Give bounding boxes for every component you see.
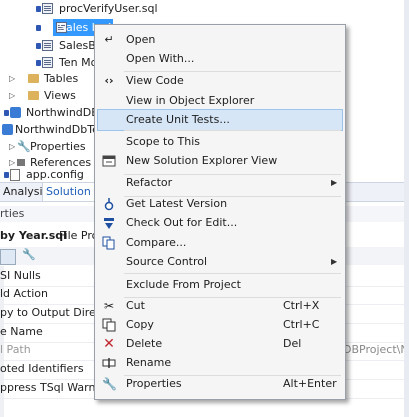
get-latest-icon [102, 197, 116, 211]
menu-item-open-with[interactable]: Open With... [97, 48, 343, 70]
tree-item[interactable]: ▷ 🔧 Properties [0, 138, 94, 155]
menu-item-view-code[interactable]: ‹› View Code [97, 70, 343, 92]
delete-icon: ✕ [103, 336, 115, 352]
copy-icon [102, 318, 116, 332]
tree-item[interactable]: NorthwindDBP [0, 104, 105, 121]
references-icon [17, 159, 25, 166]
checkout-icon [102, 216, 116, 230]
menu-item-source-control[interactable]: Source Control ▶ [97, 251, 343, 273]
project-icon [10, 107, 21, 118]
context-menu: ↵ Open Open With... ‹› View Code View in… [94, 24, 346, 400]
shortcut-label: Alt+Enter [283, 377, 337, 390]
sort-alphabetical-icon[interactable] [0, 249, 16, 265]
tree-item[interactable]: SalesBy [0, 37, 102, 54]
project-icon [2, 124, 13, 135]
lock-icon [4, 172, 9, 178]
code-icon: ‹› [104, 74, 114, 87]
property-value: DBProject\Nor [343, 343, 409, 356]
tree-item[interactable]: Ten Mo [0, 54, 97, 71]
property-pages-icon[interactable]: 🔧 [22, 248, 36, 261]
menu-item-properties[interactable]: 🔧 Properties Alt+Enter [97, 373, 343, 395]
compare-icon [102, 236, 116, 250]
submenu-arrow-icon: ▶ [331, 178, 338, 187]
menu-item-create-unit-tests[interactable]: Create Unit Tests... [97, 109, 343, 131]
lock-icon [36, 6, 41, 12]
expand-arrow-icon[interactable]: ▷ [9, 87, 15, 104]
menu-item-exclude-from-project[interactable]: Exclude From Project [97, 274, 343, 296]
rename-icon [102, 356, 116, 370]
scissors-icon: ✂ [103, 299, 115, 313]
folder-icon [28, 74, 39, 83]
wrench-icon: 🔧 [17, 140, 31, 153]
lock-icon [4, 110, 9, 116]
menu-item-refactor[interactable]: Refactor ▶ [97, 172, 343, 194]
sql-file-icon [42, 3, 53, 14]
submenu-arrow-icon: ▶ [331, 257, 338, 266]
new-view-icon [102, 154, 116, 168]
config-file-icon [10, 169, 20, 181]
tree-item[interactable]: NorthwindDbTest [0, 121, 109, 138]
sql-file-icon [42, 40, 53, 51]
tree-item[interactable]: ▷ Tables [0, 70, 94, 87]
window-edge [404, 0, 409, 417]
expand-arrow-icon[interactable]: ▷ [9, 70, 15, 87]
folder-icon [28, 91, 39, 100]
lock-icon [36, 43, 41, 49]
sql-file-icon [42, 57, 53, 68]
lock-icon [36, 25, 41, 31]
tree-item[interactable]: procVerifyUser.sql [0, 0, 409, 17]
menu-item-check-out-for-edit[interactable]: Check Out for Edit... [97, 212, 343, 234]
tree-item[interactable]: ▷ Views [0, 87, 94, 104]
open-icon: ↵ [104, 33, 114, 46]
expand-arrow-icon[interactable]: ▷ [9, 138, 15, 155]
menu-item-new-solution-explorer-view[interactable]: New Solution Explorer View [97, 150, 343, 172]
tree-item[interactable]: app.config [0, 166, 94, 183]
menu-item-rename[interactable]: Rename [97, 352, 343, 374]
wrench-icon: 🔧 [102, 377, 117, 391]
lock-icon [36, 60, 41, 66]
